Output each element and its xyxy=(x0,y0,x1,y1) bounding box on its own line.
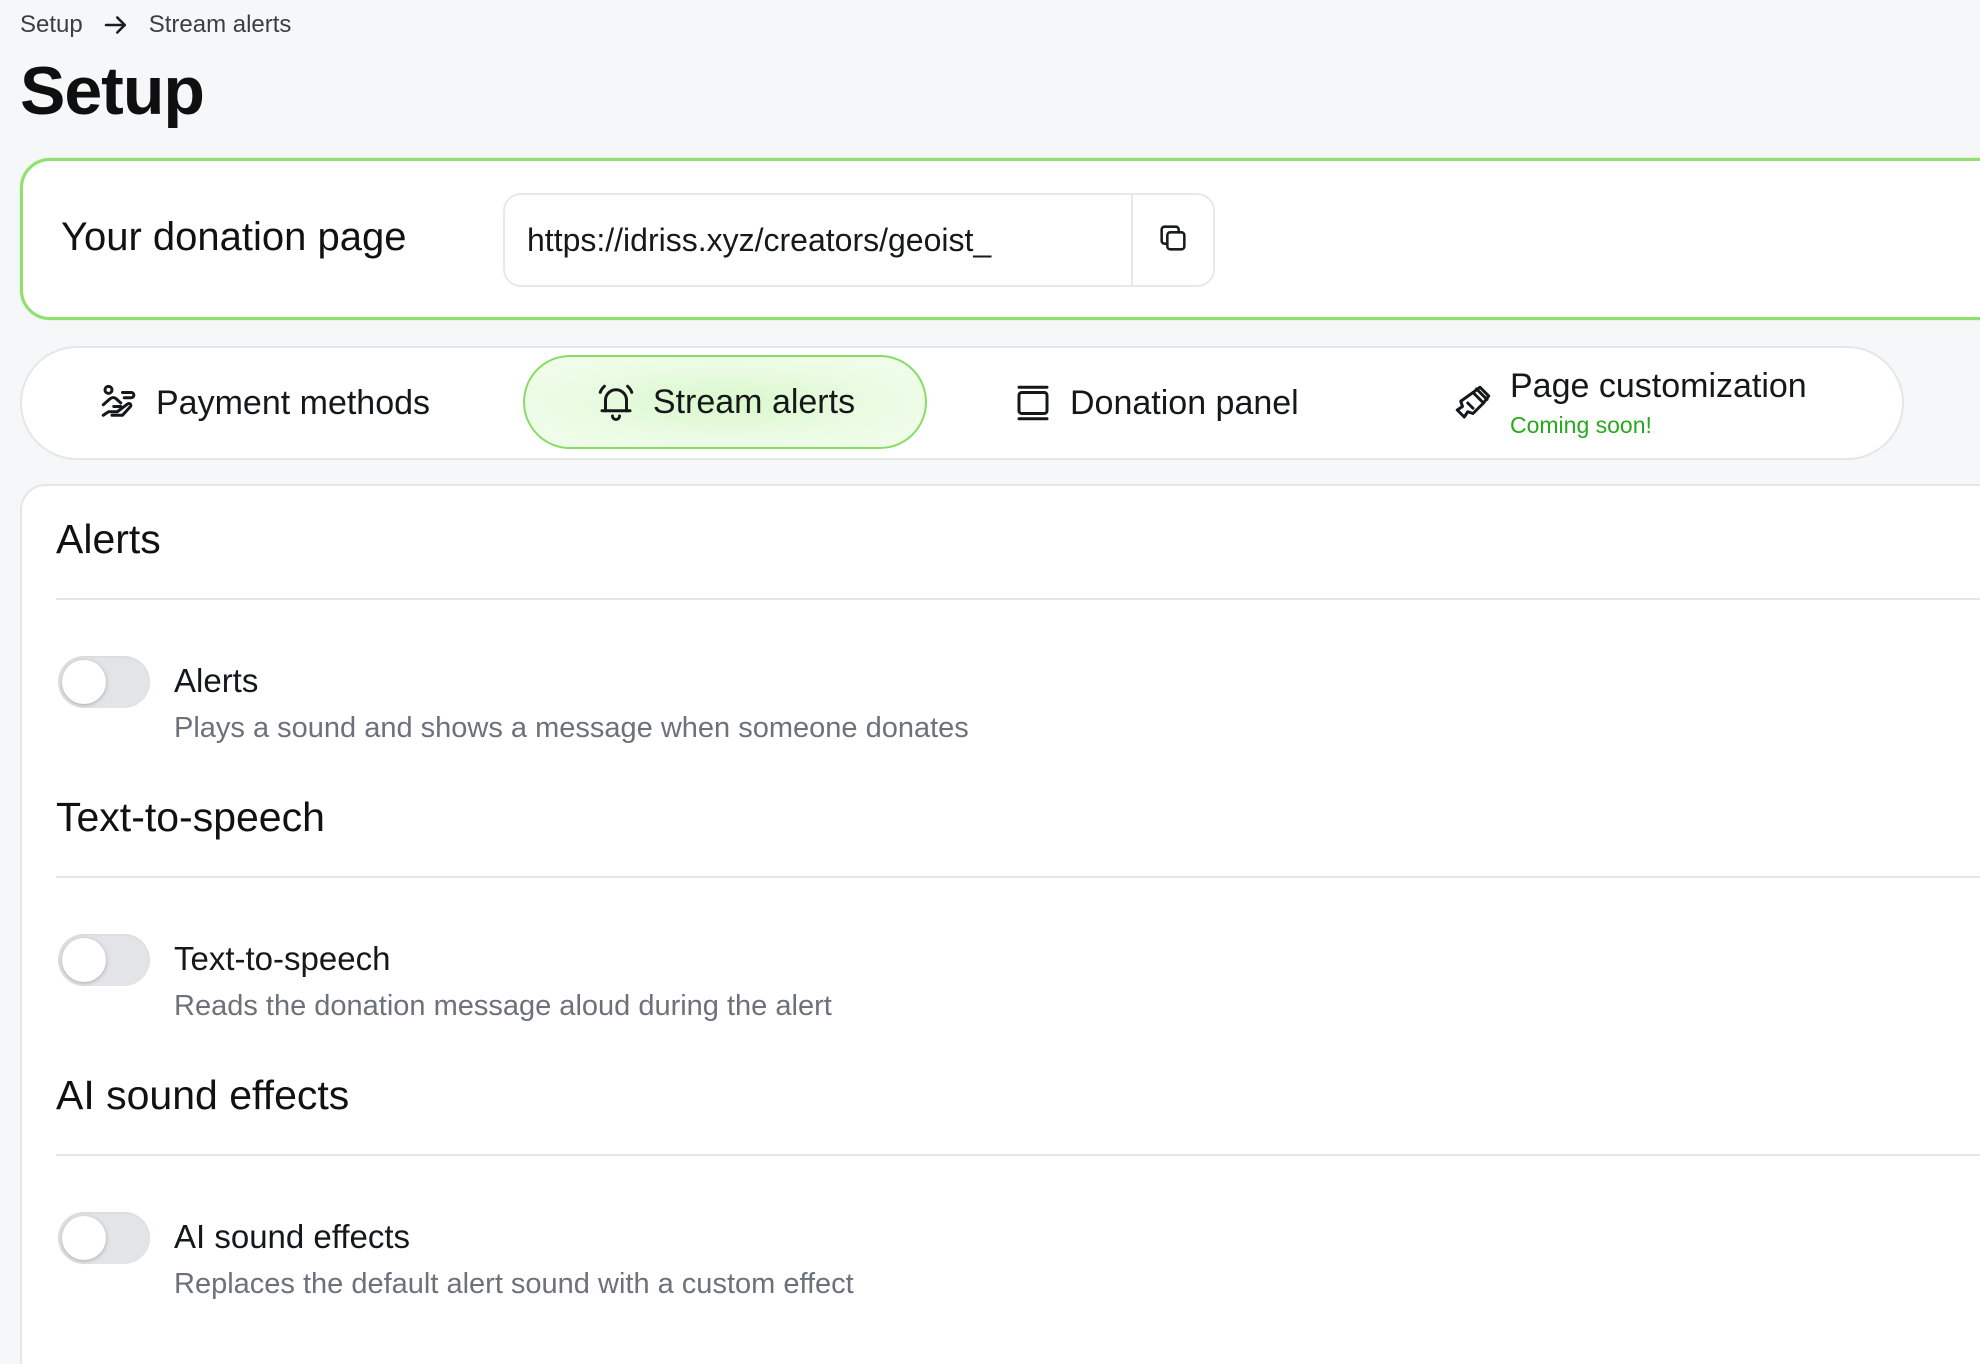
setup-tabs: Payment methods Stream alerts Donation p… xyxy=(20,346,1904,460)
paintbrush-icon xyxy=(1452,382,1494,424)
section-divider xyxy=(56,876,1980,878)
section-divider xyxy=(56,1154,1980,1156)
setting-name: AI sound effects xyxy=(174,1218,411,1255)
breadcrumb: Setup Stream alerts xyxy=(20,10,291,40)
toggle-knob xyxy=(62,660,106,704)
setting-description: Plays a sound and shows a message when s… xyxy=(174,712,969,744)
donation-url-input[interactable] xyxy=(505,195,1131,285)
setting-name: Text-to-speech xyxy=(174,940,391,977)
section-divider xyxy=(56,598,1980,600)
ai-sound-effects-toggle[interactable] xyxy=(58,1212,150,1264)
panel-icon xyxy=(1012,382,1054,424)
arrow-right-icon xyxy=(101,10,131,40)
setting-name: Alerts xyxy=(174,662,259,699)
tab-label: Donation panel xyxy=(1070,383,1299,422)
tab-donation-panel[interactable]: Donation panel xyxy=(1012,348,1299,458)
setup-page: Setup Stream alerts Setup Your donation … xyxy=(0,0,1980,1364)
donation-page-label: Your donation page xyxy=(61,215,407,259)
alerts-toggle[interactable] xyxy=(58,656,150,708)
breadcrumb-current: Stream alerts xyxy=(148,11,292,38)
text-to-speech-toggle[interactable] xyxy=(58,934,150,986)
tab-label: Page customization xyxy=(1510,367,1807,405)
coming-soon-badge: Coming soon! xyxy=(1510,412,1652,438)
settings-panel: Alerts Alerts Plays a sound and shows a … xyxy=(20,484,1980,1364)
bell-icon xyxy=(595,381,637,423)
page-title: Setup xyxy=(20,53,205,129)
toggle-knob xyxy=(62,1216,106,1260)
tab-payment-methods[interactable]: Payment methods xyxy=(98,348,430,458)
tab-stream-alerts[interactable]: Stream alerts xyxy=(523,355,927,449)
donation-url-box xyxy=(503,193,1215,287)
donation-page-card: Your donation page xyxy=(20,158,1980,320)
hand-coins-icon xyxy=(98,382,140,424)
setting-description: Reads the donation message aloud during … xyxy=(174,990,832,1022)
section-title-alerts: Alerts xyxy=(56,516,161,562)
section-title-text-to-speech: Text-to-speech xyxy=(56,794,325,840)
tab-label: Stream alerts xyxy=(652,382,856,421)
tab-page-customization[interactable]: Page customization Coming soon! xyxy=(1452,348,1807,458)
tab-custom-labels: Page customization Coming soon! xyxy=(1510,367,1807,439)
tab-label: Payment methods xyxy=(156,383,431,422)
breadcrumb-setup-link[interactable]: Setup xyxy=(20,11,83,39)
toggle-knob xyxy=(62,938,106,982)
section-title-ai-sound-effects: AI sound effects xyxy=(56,1072,350,1118)
copy-icon xyxy=(1156,221,1190,260)
copy-url-button[interactable] xyxy=(1131,195,1213,285)
setting-description: Replaces the default alert sound with a … xyxy=(174,1268,854,1300)
